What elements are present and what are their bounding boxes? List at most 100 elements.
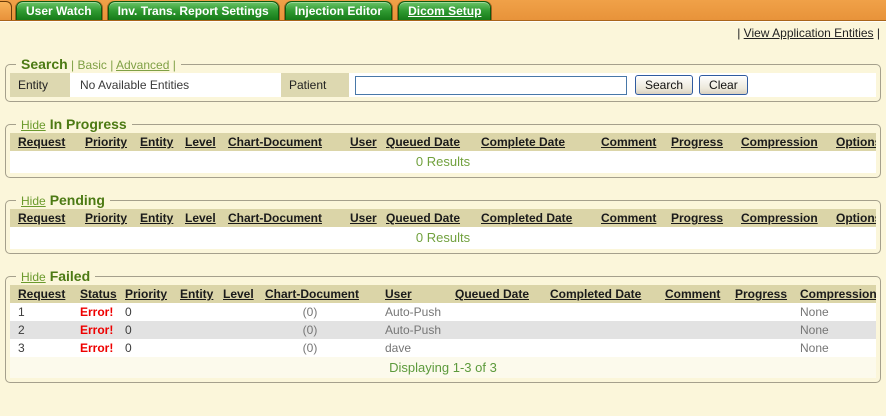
cell: dave	[385, 339, 455, 357]
column-header-options[interactable]: Options	[836, 209, 876, 227]
cell: Auto-Push	[385, 303, 455, 321]
cell: 0	[125, 339, 180, 357]
cell	[223, 339, 265, 357]
column-header-compression[interactable]: Compression	[741, 209, 836, 227]
advanced-search-link[interactable]: Advanced	[116, 58, 169, 72]
column-header-options[interactable]: Options	[836, 133, 876, 151]
failed-table-body: 1Error!0(0)Auto-PushNone2Error!0(0)Auto-…	[10, 303, 876, 357]
cell: None	[800, 321, 876, 339]
patient-input[interactable]	[355, 76, 627, 95]
cell: None	[800, 303, 876, 321]
cell: Error!	[80, 321, 125, 339]
failed-legend: Hide Failed	[16, 268, 95, 284]
failed-title: Failed	[50, 268, 90, 284]
patient-label: Patient	[281, 73, 349, 97]
column-header-comment[interactable]: Comment	[665, 285, 735, 303]
top-link-row: | View Application Entities |	[0, 21, 886, 43]
cell	[735, 303, 800, 321]
column-header-level[interactable]: Level	[185, 209, 228, 227]
in-progress-table: RequestPriorityEntityLevelChart-Document…	[10, 133, 876, 173]
column-header-level[interactable]: Level	[223, 285, 265, 303]
column-header-queued-date[interactable]: Queued Date	[386, 209, 481, 227]
column-header-request[interactable]: Request	[10, 133, 85, 151]
column-header-queued-date[interactable]: Queued Date	[455, 285, 550, 303]
pending-empty-row: 0 Results	[10, 227, 876, 249]
pending-empty-text: 0 Results	[10, 227, 876, 249]
table-row: 1Error!0 (0)Auto-Push None	[10, 303, 876, 321]
cell	[180, 303, 223, 321]
column-header-comment[interactable]: Comment	[601, 133, 671, 151]
search-title: Search	[21, 56, 68, 72]
column-header-completed-date[interactable]: Completed Date	[550, 285, 665, 303]
cell: (0)	[265, 303, 385, 321]
column-header-level[interactable]: Level	[185, 133, 228, 151]
clear-button[interactable]: Clear	[699, 75, 748, 95]
in-progress-section: Hide In Progress RequestPriorityEntityLev…	[5, 116, 881, 178]
cell: 3	[10, 339, 80, 357]
column-header-complete-date[interactable]: Complete Date	[481, 133, 601, 151]
in-progress-title: In Progress	[50, 116, 127, 132]
column-header-compression[interactable]: Compression	[741, 133, 836, 151]
column-header-user[interactable]: User	[350, 133, 386, 151]
in-progress-empty-row: 0 Results	[10, 151, 876, 173]
cell: (0)	[265, 321, 385, 339]
column-header-comment[interactable]: Comment	[601, 209, 671, 227]
cell: 0	[125, 303, 180, 321]
cell: 0	[125, 321, 180, 339]
column-header-completed-date[interactable]: Completed Date	[481, 209, 601, 227]
cell: None	[800, 339, 876, 357]
cell	[223, 303, 265, 321]
cell	[550, 321, 665, 339]
column-header-entity[interactable]: Entity	[140, 209, 185, 227]
cell	[455, 321, 550, 339]
in-progress-empty-text: 0 Results	[10, 151, 876, 173]
separator: |	[877, 26, 880, 40]
column-header-priority[interactable]: Priority	[85, 133, 140, 151]
column-header-user[interactable]: User	[350, 209, 386, 227]
column-header-request[interactable]: Request	[10, 209, 85, 227]
column-header-request[interactable]: Request	[10, 285, 80, 303]
column-header-entity[interactable]: Entity	[140, 133, 185, 151]
hide-failed-link[interactable]: Hide	[21, 270, 46, 284]
separator: |	[173, 58, 176, 72]
column-header-chart-document[interactable]: Chart-Document	[228, 133, 350, 151]
cell	[550, 339, 665, 357]
tab-user-watch[interactable]: User Watch	[16, 1, 102, 20]
column-header-entity[interactable]: Entity	[180, 285, 223, 303]
pending-table: RequestPriorityEntityLevelChart-Document…	[10, 209, 876, 249]
column-header-queued-date[interactable]: Queued Date	[386, 133, 481, 151]
column-header-progress[interactable]: Progress	[671, 209, 741, 227]
cell	[735, 321, 800, 339]
column-header-compression[interactable]: Compression	[800, 285, 876, 303]
tab-dicom-setup[interactable]: Dicom Setup	[398, 1, 491, 20]
cell: 1	[10, 303, 80, 321]
table-row: 3Error!0(0)daveNone	[10, 339, 876, 357]
basic-search-link[interactable]: Basic	[78, 58, 107, 72]
hide-pending-link[interactable]: Hide	[21, 194, 46, 208]
failed-footer-row: Displaying 1-3 of 3	[10, 357, 876, 378]
search-legend: Search | Basic | Advanced |	[16, 56, 181, 72]
cell: (0)	[265, 339, 385, 357]
column-header-chart-document[interactable]: Chart-Document	[265, 285, 385, 303]
column-header-priority[interactable]: Priority	[85, 209, 140, 227]
column-header-user[interactable]: User	[385, 285, 455, 303]
hide-in-progress-link[interactable]: Hide	[21, 118, 46, 132]
cell	[223, 321, 265, 339]
tab-inv-trans-report-settings[interactable]: Inv. Trans. Report Settings	[108, 1, 279, 20]
tab-partial-left[interactable]	[0, 1, 12, 20]
tab-injection-editor[interactable]: Injection Editor	[285, 1, 392, 20]
in-progress-legend: Hide In Progress	[16, 116, 132, 132]
view-application-entities-link[interactable]: View Application Entities	[744, 26, 874, 40]
cell	[455, 303, 550, 321]
cell	[665, 303, 735, 321]
pending-legend: HidePending	[16, 192, 110, 208]
column-header-priority[interactable]: Priority	[125, 285, 180, 303]
failed-header-row: RequestStatusPriorityEntityLevelChart-Do…	[10, 285, 876, 303]
column-header-status[interactable]: Status	[80, 285, 125, 303]
search-button[interactable]: Search	[635, 75, 693, 95]
column-header-progress[interactable]: Progress	[671, 133, 741, 151]
entity-value: No Available Entities	[70, 78, 281, 92]
column-header-progress[interactable]: Progress	[735, 285, 800, 303]
cell: Error!	[80, 303, 125, 321]
column-header-chart-document[interactable]: Chart-Document	[228, 209, 350, 227]
